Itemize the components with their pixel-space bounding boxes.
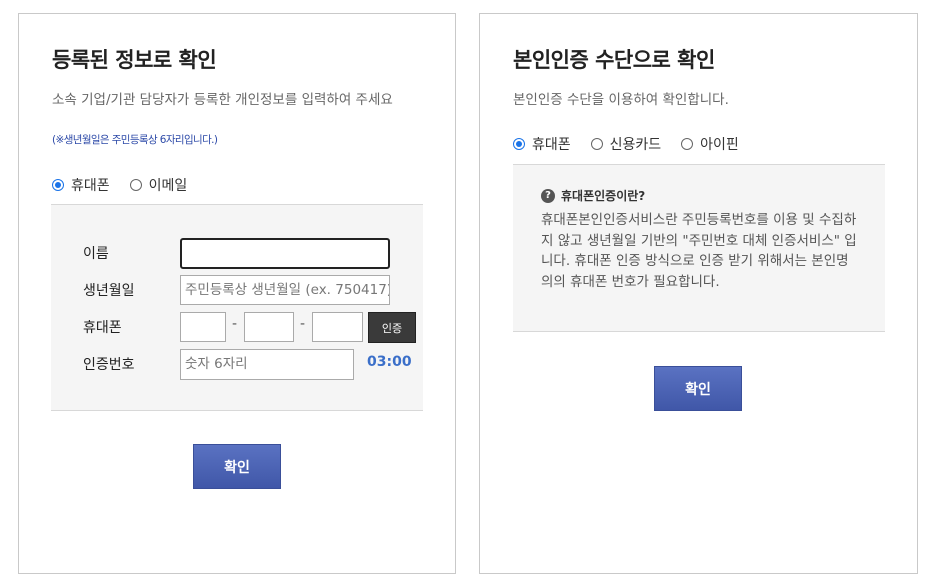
radio-phone-label: 휴대폰 bbox=[71, 178, 110, 194]
name-input[interactable] bbox=[180, 238, 390, 269]
radio-phone[interactable]: 휴대폰 bbox=[52, 175, 110, 195]
radio-mobile-label: 휴대폰 bbox=[532, 137, 571, 153]
birthdate-label: 생년월일 bbox=[83, 283, 135, 299]
registered-info-title: 등록된 정보로 확인 bbox=[52, 48, 217, 72]
registered-info-description: 소속 기업/기관 담당자가 등록한 개인정보를 입력하여 주세요 bbox=[52, 92, 393, 108]
identity-verification-title: 본인인증 수단으로 확인 bbox=[513, 48, 715, 72]
mobile-auth-info-title: ? 휴대폰인증이란? bbox=[541, 187, 645, 204]
auth-timer: 03:00 bbox=[367, 354, 412, 370]
phone-input-part2[interactable] bbox=[244, 312, 294, 342]
radio-credit-card[interactable]: 신용카드 bbox=[590, 134, 662, 154]
auth-request-button[interactable]: 인증 bbox=[368, 312, 416, 343]
phone-input-part1[interactable] bbox=[180, 312, 226, 342]
mobile-auth-info-text: 휴대폰본인인증서비스란 주민등록번호를 이용 및 수집하지 않고 생년월일 기반… bbox=[541, 212, 857, 290]
radio-email-indicator[interactable] bbox=[129, 179, 142, 191]
radio-credit-card-indicator[interactable] bbox=[590, 138, 603, 150]
radio-credit-card-label: 신용카드 bbox=[609, 137, 662, 153]
question-circle-icon: ? bbox=[541, 188, 555, 203]
identity-verification-description: 본인인증 수단을 이용하여 확인합니다. bbox=[513, 92, 729, 108]
phone-input-part3[interactable] bbox=[312, 312, 363, 342]
auth-code-input[interactable]: 숫자 6자리 bbox=[180, 349, 354, 380]
radio-ipin-label: 아이핀 bbox=[700, 137, 739, 153]
right-confirm-button[interactable]: 확인 bbox=[654, 366, 742, 411]
birthdate-input[interactable]: 주민등록상 생년월일 (ex. 750417) bbox=[180, 275, 390, 305]
left-confirm-button[interactable]: 확인 bbox=[193, 444, 281, 489]
right-method-radio-group: 휴대폰 신용카드 아이핀 bbox=[513, 134, 759, 154]
mobile-auth-info-title-text: 휴대폰인증이란? bbox=[561, 189, 646, 203]
phone-separator-1: - bbox=[232, 316, 238, 332]
verification-form: 이름 생년월일 주민등록상 생년월일 (ex. 750417) 휴대폰 - - … bbox=[51, 204, 423, 411]
left-method-radio-group: 휴대폰 이메일 bbox=[52, 175, 207, 195]
radio-mobile-indicator[interactable] bbox=[513, 138, 525, 150]
radio-mobile[interactable]: 휴대폰 bbox=[513, 134, 571, 154]
radio-ipin-indicator[interactable] bbox=[681, 138, 694, 150]
phone-label: 휴대폰 bbox=[83, 320, 122, 336]
name-label: 이름 bbox=[83, 246, 109, 262]
radio-ipin[interactable]: 아이핀 bbox=[681, 134, 739, 154]
auth-code-label: 인증번호 bbox=[83, 357, 135, 373]
mobile-auth-info-box: ? 휴대폰인증이란? 휴대폰본인인증서비스란 주민등록번호를 이용 및 수집하지… bbox=[513, 164, 885, 332]
birthdate-note: (※생년월일은 주민등록상 6자리입니다.) bbox=[52, 134, 218, 146]
phone-separator-2: - bbox=[300, 316, 306, 332]
identity-verification-panel: 본인인증 수단으로 확인 본인인증 수단을 이용하여 확인합니다. 휴대폰 신용… bbox=[479, 13, 918, 574]
registered-info-panel: 등록된 정보로 확인 소속 기업/기관 담당자가 등록한 개인정보를 입력하여 … bbox=[18, 13, 456, 574]
radio-email-label: 이메일 bbox=[148, 178, 188, 194]
radio-phone-indicator[interactable] bbox=[52, 179, 64, 191]
radio-email[interactable]: 이메일 bbox=[129, 175, 188, 195]
